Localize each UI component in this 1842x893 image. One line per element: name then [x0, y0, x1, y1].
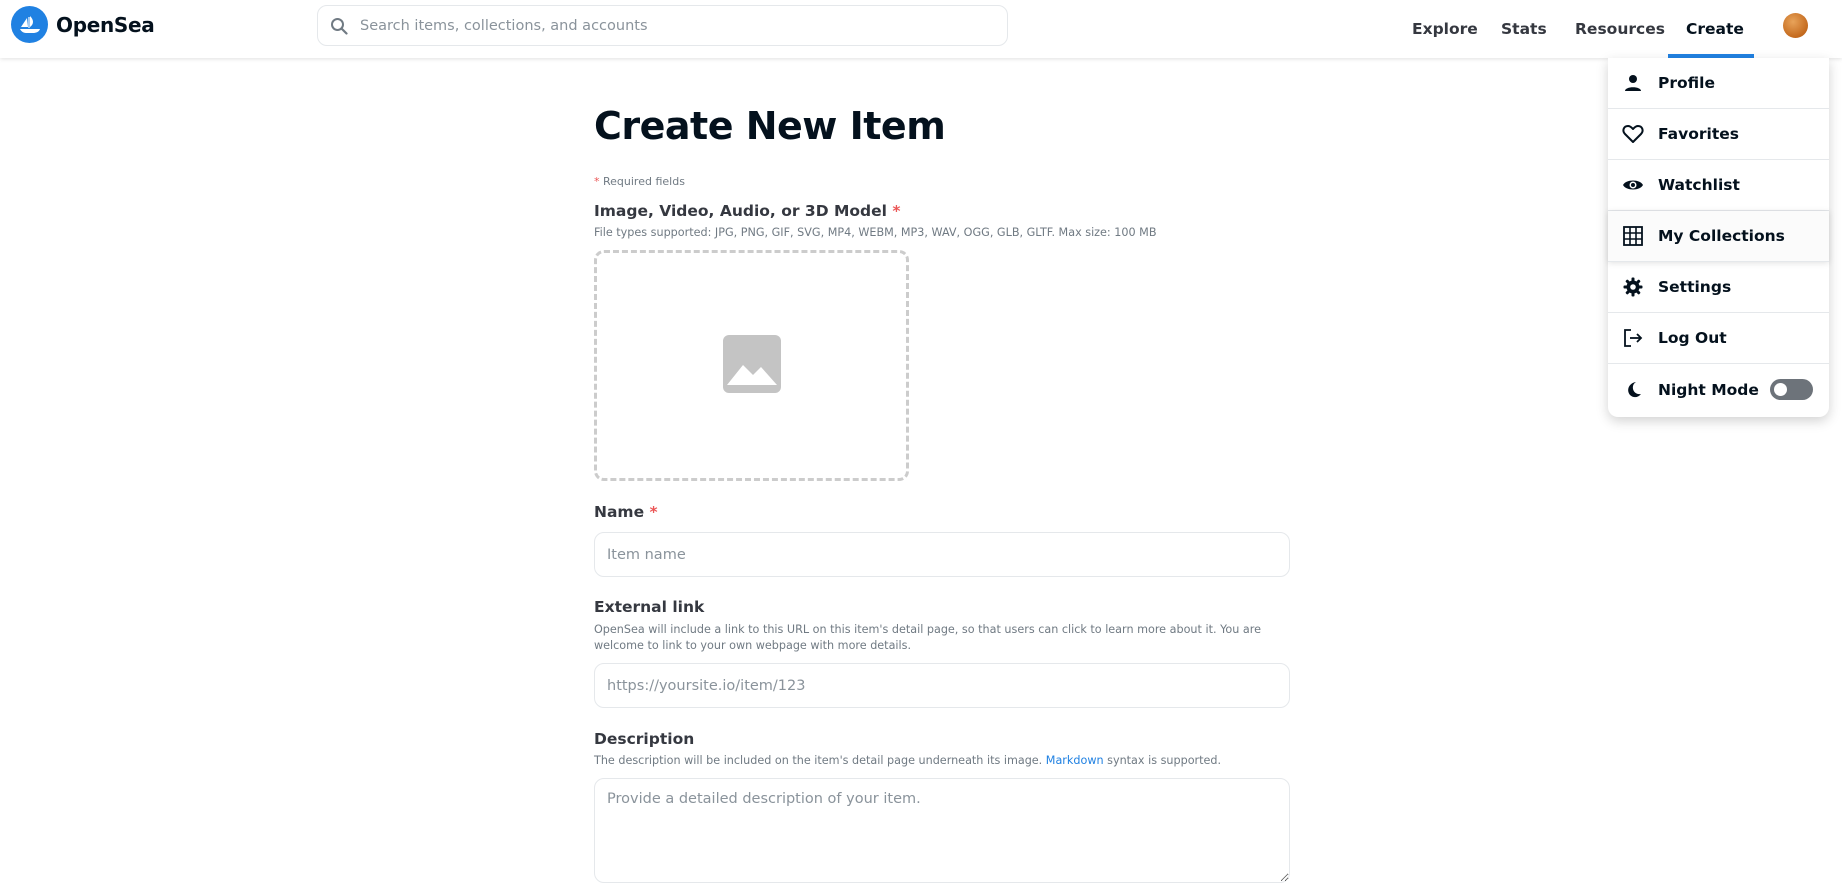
- gear-icon: [1622, 276, 1644, 298]
- required-asterisk: *: [594, 175, 600, 188]
- logout-icon: [1622, 327, 1644, 349]
- name-label: Name *: [594, 503, 658, 521]
- top-navbar: OpenSea Explore Stats Resources Create: [0, 0, 1842, 58]
- account-dropdown-menu: Profile Favorites Watchlist My Collectio…: [1608, 58, 1829, 417]
- menu-item-log-out[interactable]: Log Out: [1608, 313, 1829, 364]
- description-textarea[interactable]: [594, 778, 1290, 883]
- search-input[interactable]: [360, 17, 980, 34]
- menu-item-settings[interactable]: Settings: [1608, 262, 1829, 313]
- menu-item-night-mode[interactable]: Night Mode: [1608, 364, 1829, 415]
- media-label-text: Image, Video, Audio, or 3D Model: [594, 202, 887, 220]
- menu-item-label: Favorites: [1658, 125, 1739, 143]
- external-link-label: External link: [594, 598, 705, 616]
- night-mode-toggle[interactable]: [1770, 379, 1813, 400]
- description-help: The description will be included on the …: [594, 753, 1290, 769]
- menu-item-favorites[interactable]: Favorites: [1608, 109, 1829, 160]
- menu-item-label: Profile: [1658, 74, 1715, 92]
- menu-item-profile[interactable]: Profile: [1608, 58, 1829, 109]
- external-link-help: OpenSea will include a link to this URL …: [594, 623, 1261, 652]
- description-help-text: The description will be included on the …: [594, 754, 1046, 767]
- menu-item-label: Settings: [1658, 278, 1732, 296]
- markdown-link[interactable]: Markdown: [1046, 754, 1104, 767]
- profile-avatar[interactable]: [1783, 13, 1808, 38]
- nav-stats[interactable]: Stats: [1501, 0, 1547, 58]
- heart-icon: [1622, 123, 1644, 145]
- required-asterisk: *: [892, 202, 901, 220]
- description-help-text-end: syntax is supported.: [1103, 754, 1222, 767]
- moon-icon: [1622, 379, 1644, 401]
- media-upload-dropzone[interactable]: [594, 250, 909, 481]
- grid-icon: [1622, 225, 1644, 247]
- eye-icon: [1622, 174, 1644, 196]
- nav-explore[interactable]: Explore: [1412, 0, 1478, 58]
- menu-item-watchlist[interactable]: Watchlist: [1608, 160, 1829, 211]
- menu-item-label: Log Out: [1658, 329, 1727, 347]
- page-title: Create New Item: [594, 104, 946, 148]
- external-link-input[interactable]: [594, 663, 1290, 708]
- required-fields-note: * Required fields: [594, 175, 685, 188]
- nav-create[interactable]: Create: [1686, 0, 1744, 58]
- brand-name: OpenSea: [56, 12, 155, 37]
- menu-item-label: Watchlist: [1658, 176, 1740, 194]
- item-name-input[interactable]: [594, 532, 1290, 577]
- opensea-ship-icon: [11, 6, 48, 43]
- search-bar[interactable]: [317, 5, 1008, 46]
- nav-resources[interactable]: Resources: [1575, 0, 1665, 58]
- image-placeholder-icon: [722, 334, 781, 397]
- name-label-text: Name: [594, 503, 645, 521]
- menu-item-label: My Collections: [1658, 227, 1785, 245]
- description-label: Description: [594, 730, 695, 748]
- required-fields-label: Required fields: [603, 175, 685, 188]
- menu-item-label: Night Mode: [1658, 380, 1759, 399]
- opensea-logo[interactable]: OpenSea: [11, 6, 155, 43]
- menu-item-my-collections[interactable]: My Collections: [1608, 211, 1829, 262]
- toggle-knob: [1774, 383, 1787, 396]
- person-icon: [1622, 72, 1644, 94]
- search-icon: [330, 17, 348, 35]
- media-label: Image, Video, Audio, or 3D Model *: [594, 202, 900, 220]
- media-help: File types supported: JPG, PNG, GIF, SVG…: [594, 226, 1157, 239]
- required-asterisk: *: [649, 503, 658, 521]
